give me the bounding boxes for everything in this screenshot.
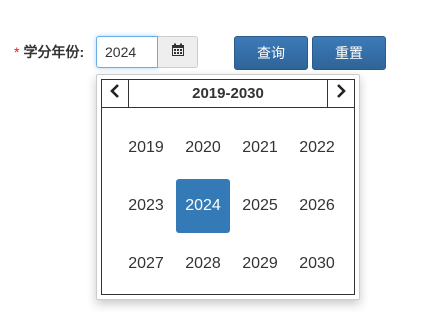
year-cell[interactable]: 2025 xyxy=(233,179,287,233)
year-cell[interactable]: 2026 xyxy=(290,179,344,233)
reset-button[interactable]: 重置 xyxy=(312,36,386,70)
year-grid: 2019 2020 2021 2022 2023 2024 2025 2026 … xyxy=(118,119,346,293)
query-button[interactable]: 查询 xyxy=(234,36,308,70)
next-range-button[interactable] xyxy=(327,80,354,107)
year-cell[interactable]: 2030 xyxy=(290,237,344,291)
year-input[interactable] xyxy=(96,36,158,68)
year-label-text: 学分年份: xyxy=(23,44,85,60)
year-cell[interactable]: 2027 xyxy=(119,237,173,291)
year-picker-panel: 2019-2030 2019 2020 2021 2022 2023 2024 … xyxy=(101,79,355,295)
chevron-left-icon xyxy=(110,84,120,103)
year-cell[interactable]: 2028 xyxy=(176,237,230,291)
year-cell[interactable]: 2029 xyxy=(233,237,287,291)
year-cell[interactable]: 2023 xyxy=(119,179,173,233)
chevron-right-icon xyxy=(336,84,346,103)
required-mark: * xyxy=(14,44,20,60)
prev-range-button[interactable] xyxy=(102,80,129,107)
calendar-toggle-button[interactable] xyxy=(158,36,198,68)
calendar-icon xyxy=(171,43,185,62)
year-cell[interactable]: 2022 xyxy=(290,121,344,175)
year-range-title[interactable]: 2019-2030 xyxy=(129,80,327,107)
year-picker-header: 2019-2030 xyxy=(102,80,354,108)
year-field-label: * 学分年份: xyxy=(14,41,84,63)
year-picker-popup: 2019-2030 2019 2020 2021 2022 2023 2024 … xyxy=(96,74,360,300)
year-cell[interactable]: 2019 xyxy=(119,121,173,175)
year-cell[interactable]: 2021 xyxy=(233,121,287,175)
year-cell[interactable]: 2024 xyxy=(176,179,230,233)
query-form: *学分年份: 查询 重置 xyxy=(0,0,431,319)
year-cell[interactable]: 2020 xyxy=(176,121,230,175)
